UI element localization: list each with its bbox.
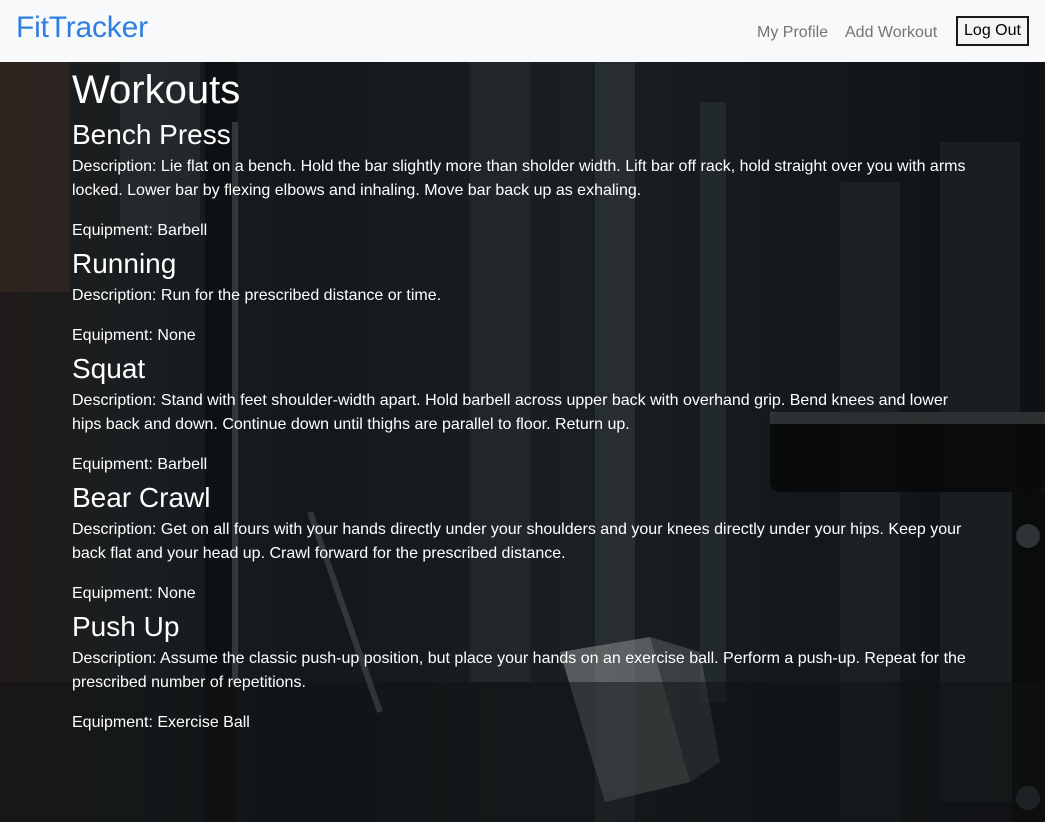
navbar: FitTracker My Profile Add Workout Log Ou… <box>0 0 1045 62</box>
workout-description: Description: Stand with feet shoulder-wi… <box>72 392 949 433</box>
workout-equipment: Equipment: Barbell <box>72 456 208 473</box>
nav-link-add-workout[interactable]: Add Workout <box>845 23 937 43</box>
workout-item-push-up: Push Up Description: Assume the classic … <box>72 610 972 735</box>
workout-description: Description: Lie flat on a bench. Hold t… <box>72 158 966 199</box>
workout-description: Description: Get on all fours with your … <box>72 521 962 562</box>
workout-item-squat: Squat Description: Stand with feet shoul… <box>72 352 972 477</box>
main-content: Workouts Bench Press Description: Lie fl… <box>72 62 972 735</box>
nav-link-my-profile[interactable]: My Profile <box>757 23 828 43</box>
workout-equipment: Equipment: None <box>72 585 196 602</box>
workout-equipment: Equipment: Barbell <box>72 222 208 239</box>
workout-name: Push Up <box>72 611 180 642</box>
brand-logo-link[interactable]: FitTracker <box>16 10 148 46</box>
workout-description: Description: Run for the prescribed dist… <box>72 287 442 304</box>
workout-item-running: Running Description: Run for the prescri… <box>72 247 972 348</box>
workout-name: Bench Press <box>72 119 231 150</box>
logout-button[interactable]: Log Out <box>956 16 1029 46</box>
workout-equipment: Equipment: Exercise Ball <box>72 714 250 731</box>
workout-equipment: Equipment: None <box>72 327 196 344</box>
workout-item-bear-crawl: Bear Crawl Description: Get on all fours… <box>72 481 972 606</box>
workout-name: Running <box>72 248 177 279</box>
workout-name: Squat <box>72 353 146 384</box>
workout-name: Bear Crawl <box>72 482 211 513</box>
page-title: Workouts <box>72 68 241 112</box>
workout-description: Description: Assume the classic push-up … <box>72 650 966 691</box>
workout-item-bench-press: Bench Press Description: Lie flat on a b… <box>72 118 972 243</box>
